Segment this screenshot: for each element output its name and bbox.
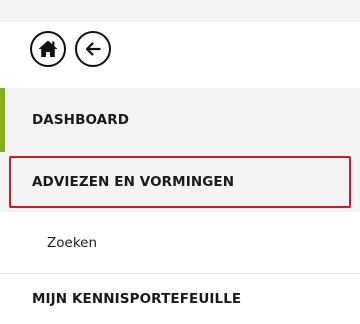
top-bar bbox=[0, 0, 360, 22]
menu-item-adviezen-en-vormingen[interactable]: ADVIEZEN EN VORMINGEN bbox=[0, 152, 360, 212]
home-button[interactable] bbox=[30, 31, 66, 67]
arrow-left-icon bbox=[85, 42, 101, 56]
home-icon bbox=[38, 40, 58, 57]
menu-item-mijn-kennisportefeuille[interactable]: MIJN KENNISPORTEFEUILLE bbox=[0, 274, 360, 320]
submenu-item-zoeken[interactable]: Zoeken bbox=[0, 212, 360, 274]
back-button[interactable] bbox=[75, 31, 111, 67]
menu-item-dashboard[interactable]: DASHBOARD bbox=[0, 88, 360, 152]
